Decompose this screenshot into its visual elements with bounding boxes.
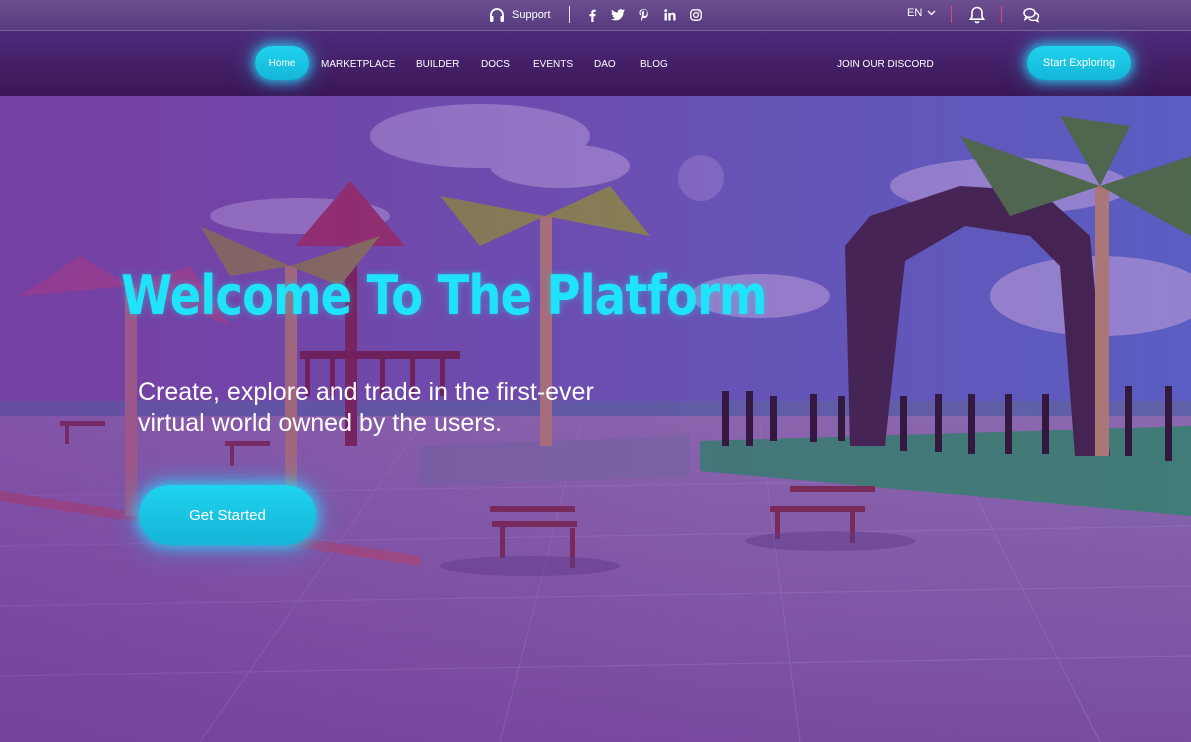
divider — [951, 6, 952, 23]
twitter-icon[interactable] — [609, 5, 627, 25]
pinterest-icon[interactable] — [635, 5, 653, 25]
hero-section: Welcome To The Platform Create, explore … — [0, 96, 1191, 742]
bell-icon[interactable] — [967, 5, 987, 25]
nav-item-marketplace[interactable]: MARKETPLACE — [321, 59, 395, 70]
support-label: Support — [512, 9, 551, 21]
nav-item-builder[interactable]: BUILDER — [416, 59, 459, 70]
linkedin-icon[interactable] — [661, 5, 679, 25]
divider — [1001, 6, 1002, 23]
hero-subtitle: Create, explore and trade in the first-e… — [138, 377, 678, 439]
language-label: EN — [907, 7, 923, 19]
start-exploring-button[interactable]: Start Exploring — [1027, 46, 1131, 80]
social-links — [583, 5, 705, 25]
headphones-icon — [490, 8, 504, 22]
chevron-down-icon — [927, 10, 936, 16]
hero-subtitle-line1: Create, explore and trade in the first-e… — [138, 378, 594, 406]
hero-title: Welcome To The Platform — [121, 264, 767, 327]
facebook-icon[interactable] — [583, 5, 601, 25]
nav-home-button[interactable]: Home — [255, 46, 309, 80]
chat-icon[interactable] — [1021, 5, 1041, 25]
main-navbar: Home MARKETPLACE BUILDER DOCS EVENTS DAO… — [0, 31, 1191, 96]
get-started-button[interactable]: Get Started — [139, 485, 316, 545]
join-discord-link[interactable]: JOIN OUR DISCORD — [837, 59, 934, 70]
support-link[interactable]: Support — [488, 5, 551, 25]
language-selector[interactable]: EN — [907, 7, 936, 19]
nav-item-dao[interactable]: DAO — [594, 59, 616, 70]
nav-item-docs[interactable]: DOCS — [481, 59, 510, 70]
instagram-icon[interactable] — [687, 5, 705, 25]
hero-subtitle-line2: virtual world owned by the users. — [138, 409, 503, 437]
nav-item-blog[interactable]: BLOG — [640, 59, 668, 70]
divider — [569, 6, 570, 23]
nav-item-events[interactable]: EVENTS — [533, 59, 573, 70]
top-utility-bar: Support EN — [0, 0, 1191, 31]
